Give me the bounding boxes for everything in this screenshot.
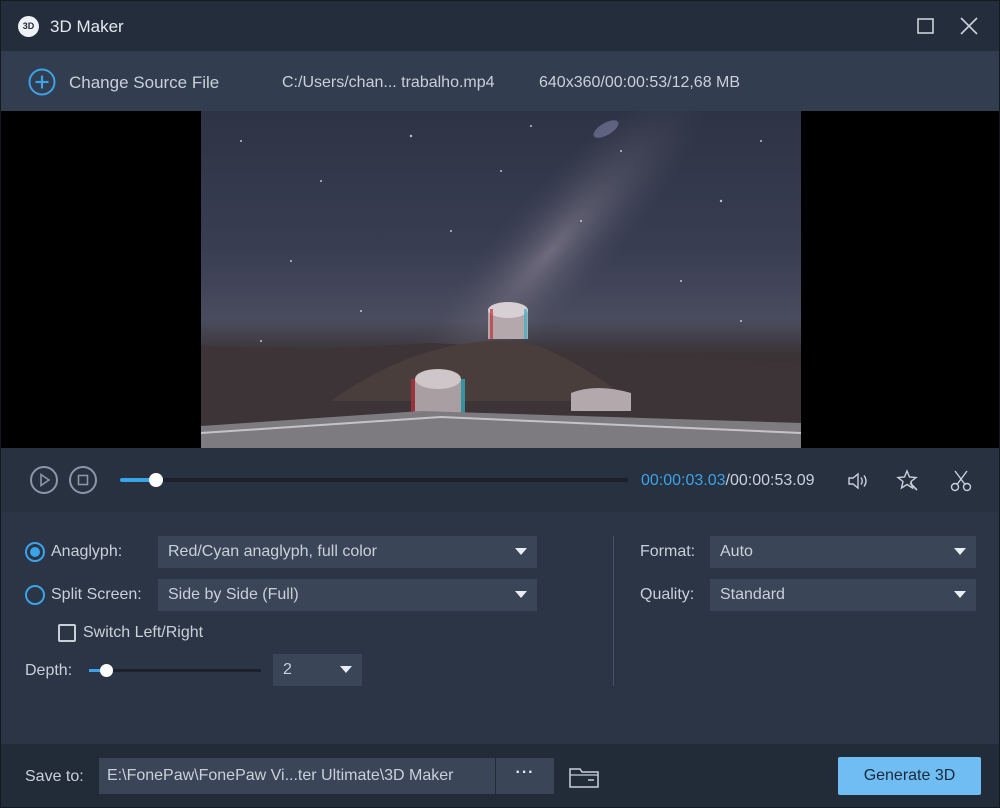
format-select[interactable]: Auto [710,536,976,568]
volume-icon[interactable] [846,468,872,494]
chevron-down-icon [515,548,527,555]
stop-button[interactable] [69,466,97,494]
source-bar: Change Source File C:/Users/chan... trab… [1,51,999,111]
depth-handle[interactable] [100,664,113,677]
generate-3d-button[interactable]: Generate 3D [838,757,981,795]
split-screen-radio[interactable] [25,585,45,605]
preview-image [201,111,801,448]
split-screen-select[interactable]: Side by Side (Full) [158,579,537,611]
maximize-icon[interactable] [915,15,937,37]
switch-left-right-label: Switch Left/Right [83,624,204,641]
quality-select[interactable]: Standard [710,579,976,611]
divider [613,536,614,686]
add-source-icon[interactable] [28,68,56,96]
3d-maker-window: 3D 3D Maker Change Source File C:/Users/… [0,0,1000,808]
window-title: 3D Maker [50,17,124,36]
anaglyph-select[interactable]: Red/Cyan anaglyph, full color [158,536,537,568]
video-frame [201,111,801,448]
progress-handle[interactable] [149,473,163,487]
chevron-down-icon [954,591,966,598]
split-screen-select-value: Side by Side (Full) [168,586,299,603]
format-label: Format: [640,543,696,560]
chevron-down-icon [515,591,527,598]
settings-panel: Anaglyph: Red/Cyan anaglyph, full color … [1,512,999,744]
stop-icon [77,474,89,486]
anaglyph-select-value: Red/Cyan anaglyph, full color [168,543,378,560]
play-icon [40,472,51,488]
browse-button[interactable]: ··· [496,758,554,794]
format-select-value: Auto [720,543,753,560]
depth-select-value: 2 [283,661,292,678]
source-file-name: C:/Users/chan... trabalho.mp4 [282,74,495,91]
current-time: 00:00:03.03 [641,472,726,489]
open-folder-icon[interactable] [568,764,600,790]
quality-select-value: Standard [720,586,785,603]
depth-select[interactable]: 2 [273,654,362,686]
time-display: 00:00:03.03/00:00:53.09 [641,472,815,490]
anaglyph-radio[interactable] [25,542,45,562]
effects-icon[interactable] [895,468,921,494]
footer-bar: Save to: E:\FonePaw\FonePaw Vi...ter Ult… [1,744,999,807]
progress-slider[interactable] [120,473,628,487]
play-button[interactable] [30,466,58,494]
source-file-info: 640x360/00:00:53/12,68 MB [539,74,741,91]
total-time: /00:00:53.09 [725,472,815,489]
player-controls: 00:00:03.03/00:00:53.09 [1,448,999,512]
video-preview [1,111,999,448]
save-to-label: Save to: [25,768,84,785]
quality-label: Quality: [640,586,695,603]
depth-label: Depth: [25,662,73,679]
anaglyph-label: Anaglyph: [51,543,123,560]
save-path-field[interactable]: E:\FonePaw\FonePaw Vi...ter Ultimate\3D … [99,758,495,794]
scissors-icon[interactable] [948,468,974,494]
chevron-down-icon [340,666,352,673]
app-logo-icon: 3D [18,16,39,37]
title-bar: 3D 3D Maker [1,1,999,51]
change-source-file-button[interactable]: Change Source File [69,73,219,93]
switch-left-right-checkbox[interactable] [58,624,76,642]
close-icon[interactable] [958,15,980,37]
depth-slider[interactable] [89,664,261,677]
chevron-down-icon [954,548,966,555]
split-screen-label: Split Screen: [51,586,142,603]
